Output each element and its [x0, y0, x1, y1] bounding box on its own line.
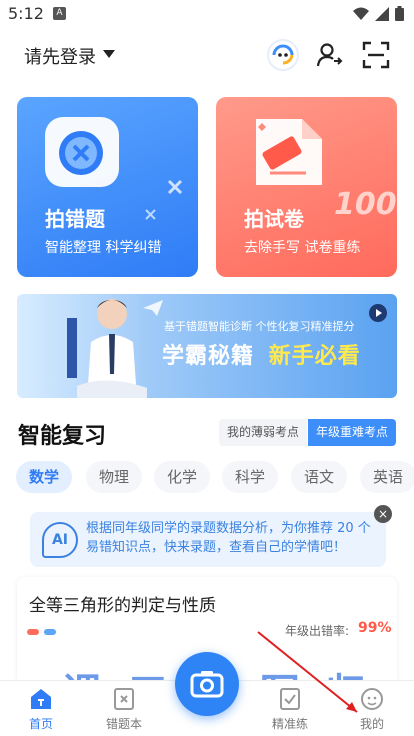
- ai-badge-label: AI: [51, 532, 69, 548]
- card-title: 拍错题: [45, 207, 105, 231]
- signal-icon: [375, 6, 389, 21]
- nav-mine[interactable]: 我的: [342, 687, 402, 732]
- card-subtitle: 智能整理 科学纠错: [45, 240, 162, 256]
- user-switch-icon[interactable]: [312, 38, 346, 72]
- camera-button[interactable]: [175, 652, 239, 716]
- promo-banner[interactable]: 基于错题智能诊断 个性化复习精准提分 学霸秘籍 新手必看: [17, 294, 397, 398]
- notification-icon: A: [53, 7, 66, 20]
- status-time: 5:12: [8, 4, 44, 23]
- error-rate-label: 年级出错率:: [285, 624, 350, 638]
- student-illustration: [67, 299, 147, 398]
- nav-mine-label: 我的: [359, 717, 384, 731]
- nav-practice-label: 精准练: [271, 717, 308, 731]
- close-mark-small-icon: [145, 209, 156, 220]
- subject-tabs: 数学 物理 化学 科学 语文 英语: [16, 461, 414, 495]
- profile-icon: [359, 687, 385, 711]
- error-rate-value: 99%: [358, 620, 392, 636]
- nav-mistakes[interactable]: 错题本: [94, 687, 154, 732]
- tab-science[interactable]: 科学: [222, 461, 279, 493]
- tag-dot-blue: [44, 629, 56, 635]
- tab-chinese[interactable]: 语文: [291, 461, 348, 493]
- ai-tip: AI 根据同年级同学的录题数据分析，为你推荐 20 个易错知识点，快来录题，查看…: [30, 512, 386, 567]
- nav-home[interactable]: 首页: [11, 687, 71, 732]
- nav-practice[interactable]: 精准练: [260, 687, 320, 732]
- photo-paper-card[interactable]: 100 拍试卷 去除手写 试卷重练: [216, 97, 397, 277]
- scan-icon[interactable]: [359, 38, 393, 72]
- close-icon[interactable]: ×: [374, 505, 392, 523]
- banner-subtitle: 基于错题智能诊断 个性化复习精准提分: [164, 320, 355, 333]
- camera-icon: [190, 671, 224, 698]
- score-watermark: 100: [334, 187, 397, 222]
- practice-icon: [277, 687, 303, 711]
- tip-text: 根据同年级同学的录题数据分析，为你推荐 20 个易错知识点，快来录题，查看自己的…: [86, 521, 371, 555]
- photo-mistake-card[interactable]: 拍错题 智能整理 科学纠错: [17, 97, 198, 277]
- tab-chemistry[interactable]: 化学: [154, 461, 211, 493]
- tab-physics[interactable]: 物理: [86, 461, 143, 493]
- nav-home-label: 首页: [28, 717, 53, 731]
- ai-badge-icon: AI: [42, 522, 78, 558]
- login-prompt[interactable]: 请先登录: [24, 43, 96, 69]
- wifi-icon: [353, 7, 369, 20]
- home-icon: [28, 687, 54, 711]
- banner-title-main: 学霸秘籍: [162, 344, 255, 369]
- banner-title: 学霸秘籍 新手必看: [162, 338, 361, 370]
- grade-points-toggle[interactable]: 年级重难考点: [308, 419, 397, 446]
- status-icons: [353, 6, 404, 21]
- top-bar: 请先登录: [0, 30, 414, 80]
- status-bar: 5:12 A: [0, 0, 414, 28]
- banner-title-accent: 新手必看: [268, 344, 361, 369]
- card-subtitle: 去除手写 试卷重练: [244, 240, 361, 256]
- close-mark-icon: [167, 179, 183, 195]
- play-icon[interactable]: [369, 304, 387, 322]
- caret-down-icon[interactable]: [103, 50, 115, 58]
- assistant-icon[interactable]: [266, 38, 300, 72]
- paper-plane-icon: [143, 300, 163, 316]
- tag-dot-red: [27, 629, 39, 635]
- notebook-icon: [111, 687, 137, 711]
- camera-lens-icon: [45, 117, 119, 187]
- battery-icon: [395, 6, 404, 21]
- question-title: 全等三角形的判定与性质: [29, 596, 216, 616]
- tab-english[interactable]: 英语: [360, 461, 414, 493]
- card-title: 拍试卷: [244, 207, 304, 231]
- weak-points-toggle[interactable]: 我的薄弱考点: [219, 419, 308, 446]
- tab-math[interactable]: 数学: [16, 461, 73, 493]
- nav-mistakes-label: 错题本: [105, 717, 142, 731]
- paper-eraser-icon: [256, 119, 322, 185]
- section-title: 智能复习: [18, 424, 107, 449]
